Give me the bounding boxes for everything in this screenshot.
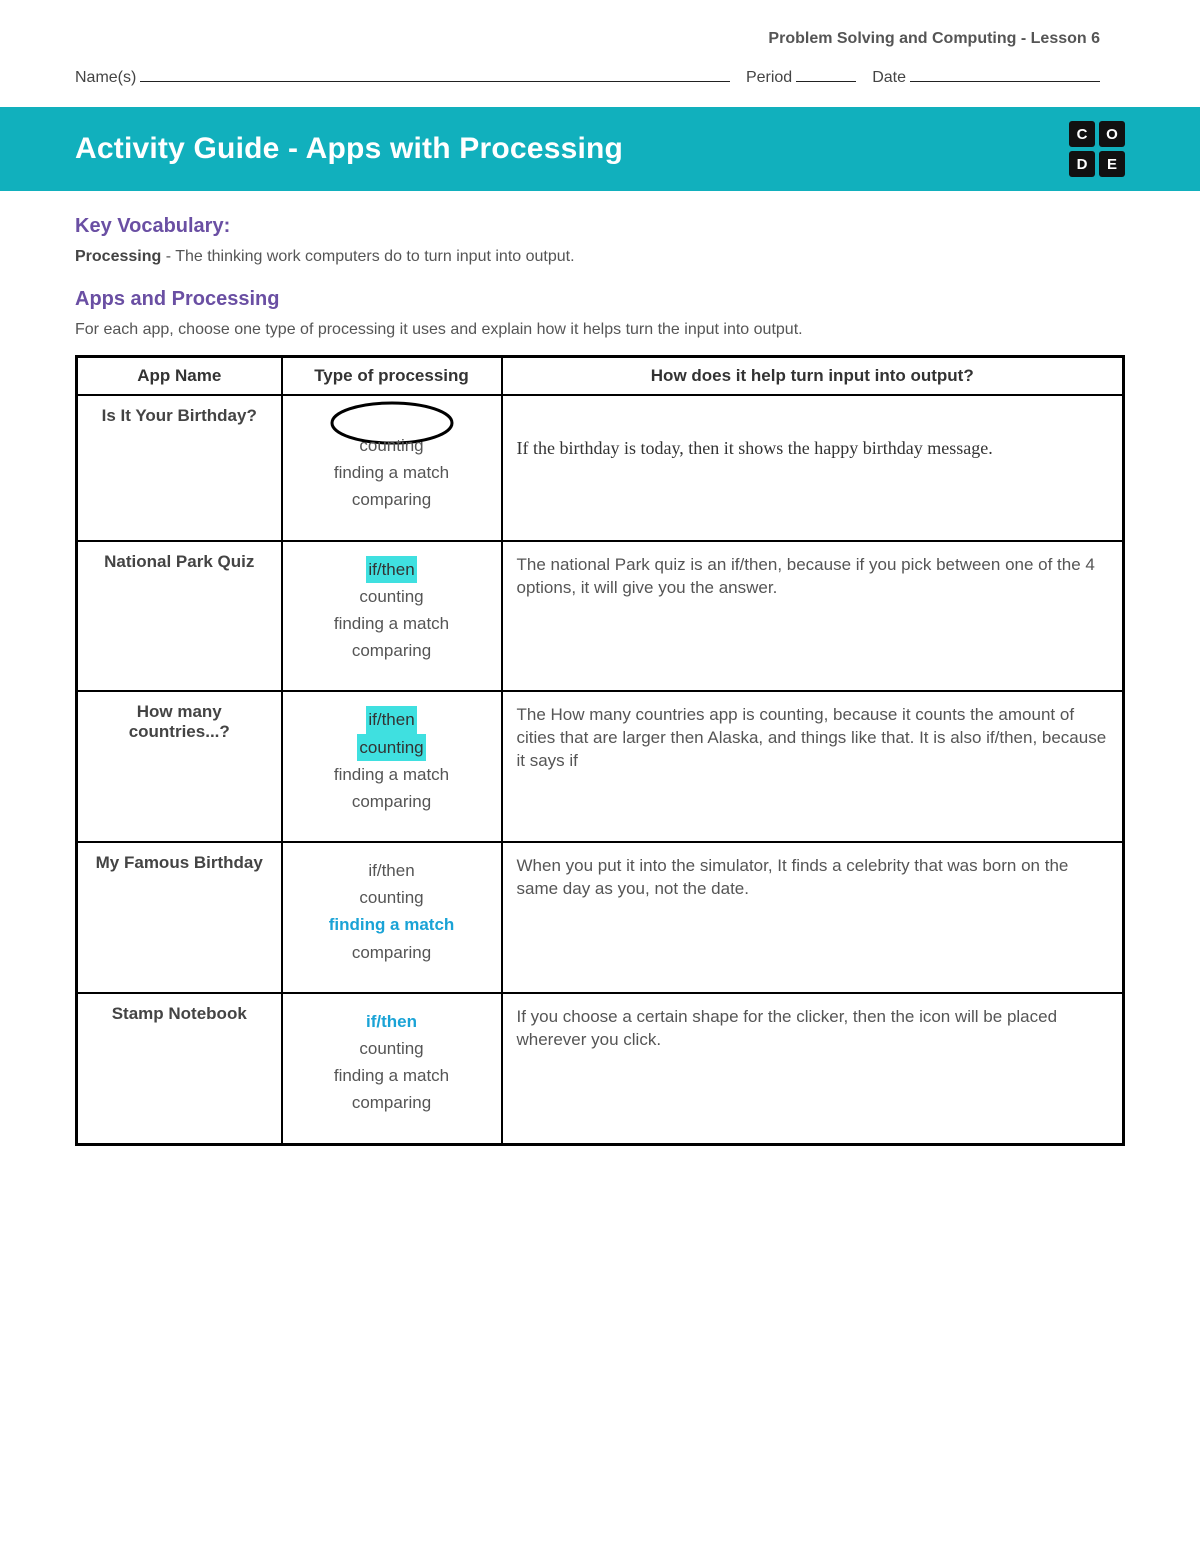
- app-name-cell: National Park Quiz: [77, 541, 282, 692]
- option-comparing: comparing: [289, 939, 495, 966]
- explain-cell[interactable]: If you choose a certain shape for the cl…: [502, 993, 1124, 1144]
- option-counting: counting: [289, 1035, 495, 1062]
- page-title: Activity Guide - Apps with Processing: [75, 132, 623, 166]
- apps-intro: For each app, choose one type of process…: [75, 321, 1125, 339]
- table-row: How many countries...? if/then counting …: [77, 691, 1124, 842]
- table-row: My Famous Birthday if/then counting find…: [77, 842, 1124, 993]
- app-name-cell: Is It Your Birthday?: [77, 395, 282, 541]
- explain-cell[interactable]: When you put it into the simulator, It f…: [502, 842, 1124, 993]
- vocab-definition: Processing - The thinking work computers…: [75, 248, 1125, 266]
- table-row: National Park Quiz if/then counting find…: [77, 541, 1124, 692]
- th-explain: How does it help turn input into output?: [502, 357, 1124, 396]
- apps-table: App Name Type of processing How does it …: [75, 355, 1125, 1146]
- th-type: Type of processing: [282, 357, 502, 396]
- code-org-logo: C O D E: [1069, 121, 1125, 177]
- lesson-label: Problem Solving and Computing - Lesson 6: [75, 30, 1125, 48]
- option-counting: counting: [289, 583, 495, 610]
- table-header-row: App Name Type of processing How does it …: [77, 357, 1124, 396]
- content-area: Key Vocabulary: Processing - The thinkin…: [0, 191, 1200, 1186]
- option-finding: finding a match: [289, 761, 495, 788]
- type-options-cell[interactable]: if/then counting finding a match compari…: [282, 842, 502, 993]
- date-label: Date: [872, 69, 906, 87]
- table-row: Is It Your Birthday? counting finding a …: [77, 395, 1124, 541]
- table-row: Stamp Notebook if/then counting finding …: [77, 993, 1124, 1144]
- logo-cell-o: O: [1099, 121, 1125, 147]
- document-page: Problem Solving and Computing - Lesson 6…: [0, 0, 1200, 1186]
- option-counting: counting: [289, 432, 495, 459]
- type-options-cell[interactable]: if/then counting finding a match compari…: [282, 541, 502, 692]
- vocab-def-text: - The thinking work computers do to turn…: [161, 248, 574, 265]
- period-label: Period: [746, 69, 792, 87]
- explain-cell[interactable]: The How many countries app is counting, …: [502, 691, 1124, 842]
- option-finding: finding a match: [289, 911, 495, 938]
- circled-option-wrap: [289, 410, 495, 432]
- names-label: Name(s): [75, 69, 136, 87]
- option-comparing: comparing: [289, 486, 495, 513]
- option-comparing: comparing: [289, 1089, 495, 1116]
- name-period-date-line: Name(s) Period Date: [75, 66, 1125, 87]
- app-name-cell: My Famous Birthday: [77, 842, 282, 993]
- option-finding: finding a match: [289, 610, 495, 637]
- vocab-heading: Key Vocabulary:: [75, 215, 1125, 238]
- option-ifthen: if/then: [289, 1008, 495, 1035]
- option-comparing: comparing: [289, 637, 495, 664]
- type-options-cell[interactable]: if/then counting finding a match compari…: [282, 993, 502, 1144]
- title-banner: Activity Guide - Apps with Processing C …: [0, 107, 1200, 191]
- type-options-cell[interactable]: if/then counting finding a match compari…: [282, 691, 502, 842]
- app-name-cell: How many countries...?: [77, 691, 282, 842]
- option-ifthen: if/then: [366, 556, 416, 583]
- logo-cell-d: D: [1069, 151, 1095, 177]
- names-blank[interactable]: [140, 66, 730, 82]
- logo-cell-c: C: [1069, 121, 1095, 147]
- period-blank[interactable]: [796, 66, 856, 82]
- vocab-term: Processing: [75, 248, 161, 265]
- option-ifthen: if/then: [289, 857, 495, 884]
- option-ifthen: if/then: [366, 706, 416, 733]
- option-comparing: comparing: [289, 788, 495, 815]
- apps-heading: Apps and Processing: [75, 288, 1125, 311]
- app-name-cell: Stamp Notebook: [77, 993, 282, 1144]
- type-options-cell[interactable]: counting finding a match comparing: [282, 395, 502, 541]
- option-finding: finding a match: [289, 459, 495, 486]
- th-app: App Name: [77, 357, 282, 396]
- worksheet-header: Problem Solving and Computing - Lesson 6…: [0, 0, 1200, 97]
- explain-cell[interactable]: If the birthday is today, then it shows …: [502, 395, 1124, 541]
- logo-cell-e: E: [1099, 151, 1125, 177]
- option-counting: counting: [289, 884, 495, 911]
- date-blank[interactable]: [910, 66, 1100, 82]
- option-counting: counting: [357, 734, 425, 761]
- option-finding: finding a match: [289, 1062, 495, 1089]
- explain-cell[interactable]: The national Park quiz is an if/then, be…: [502, 541, 1124, 692]
